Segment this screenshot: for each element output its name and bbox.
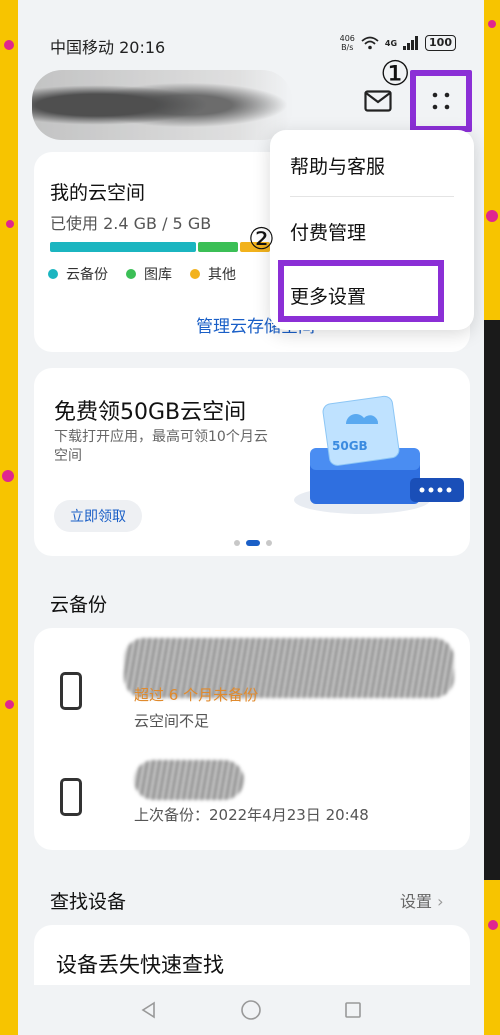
frame-dot bbox=[6, 220, 14, 228]
signal-type: 4G bbox=[384, 38, 398, 48]
frame-dot bbox=[4, 40, 14, 50]
net-speed-value: 406 bbox=[339, 34, 355, 43]
wifi-icon bbox=[361, 36, 379, 50]
frame-dot bbox=[488, 920, 498, 930]
menu-item-help[interactable]: 帮助与客服 bbox=[290, 152, 385, 179]
storage-legend: 云备份 图库 其他 bbox=[48, 264, 236, 284]
more-options-menu: 帮助与客服 付费管理 更多设置 bbox=[270, 130, 474, 330]
redacted-device-name bbox=[134, 760, 244, 800]
legend-label: 云备份 bbox=[66, 267, 108, 283]
pager-dot bbox=[266, 540, 272, 546]
system-nav-bar bbox=[18, 985, 484, 1035]
pager-dot-active bbox=[246, 540, 260, 546]
backup-section-title: 云备份 bbox=[50, 594, 108, 616]
annotation-step-1: ① bbox=[380, 54, 411, 94]
find-device-title: 设备丢失快速查找 bbox=[56, 953, 224, 977]
menu-divider bbox=[290, 196, 454, 197]
status-icons: 406 B/s 4G 100 bbox=[340, 34, 456, 52]
claim-now-button[interactable]: 立即领取 bbox=[54, 500, 142, 532]
frame-dot bbox=[488, 20, 496, 28]
signal-icon bbox=[403, 36, 419, 50]
frame-dot bbox=[5, 700, 14, 709]
backup-warning: 超过 6 个月未备份 bbox=[134, 686, 259, 704]
usage-bar-backup bbox=[50, 242, 196, 252]
annotation-step-2: ② bbox=[248, 222, 275, 257]
legend-item: 其他 bbox=[190, 264, 236, 284]
more-options-button[interactable] bbox=[410, 70, 472, 132]
back-icon[interactable] bbox=[139, 1000, 159, 1020]
promo-description: 下载打开应用，最高可领10个月云空间 bbox=[54, 429, 268, 464]
legend-swatch bbox=[190, 269, 200, 279]
account-avatar-blurred[interactable] bbox=[32, 70, 292, 140]
carousel-pager bbox=[234, 540, 272, 546]
backup-card[interactable]: 超过 6 个月未备份 云空间不足 上次备份：2022年4月23日 20:48 bbox=[34, 628, 470, 850]
storage-title: 我的云空间 bbox=[50, 182, 146, 204]
legend-item: 图库 bbox=[126, 264, 172, 284]
menu-item-more-settings[interactable]: 更多设置 bbox=[290, 282, 366, 309]
promo-badge-text: 50GB bbox=[332, 439, 368, 453]
legend-item: 云备份 bbox=[48, 264, 108, 284]
last-backup-time: 上次备份：2022年4月23日 20:48 bbox=[134, 806, 369, 824]
cloud-storage-illustration: 50GB bbox=[294, 395, 464, 514]
status-bar: 中国移动 20:16 406 B/s 4G 100 bbox=[18, 30, 484, 58]
battery-indicator: 100 bbox=[425, 35, 456, 51]
legend-label: 图库 bbox=[144, 267, 172, 283]
frame-dot bbox=[2, 470, 14, 482]
pager-dot bbox=[234, 540, 240, 546]
more-dots-icon bbox=[432, 92, 450, 110]
menu-item-payment[interactable]: 付费管理 bbox=[290, 218, 366, 245]
phone-device-icon bbox=[60, 672, 82, 710]
recents-icon[interactable] bbox=[343, 1000, 363, 1020]
carrier-time: 中国移动 20:16 bbox=[50, 38, 166, 57]
phone-device-icon bbox=[60, 778, 82, 816]
backup-warning-detail: 云空间不足 bbox=[134, 712, 210, 730]
usage-bar-gallery bbox=[198, 242, 238, 252]
chevron-right-icon: › bbox=[437, 892, 444, 911]
background-strip bbox=[484, 320, 500, 880]
legend-label: 其他 bbox=[208, 267, 236, 283]
frame-dot bbox=[486, 210, 498, 222]
promo-title: 免费领50GB云空间 bbox=[54, 400, 247, 425]
storage-used: 已使用 2.4 GB / 5 GB bbox=[50, 214, 212, 233]
legend-swatch bbox=[48, 269, 58, 279]
settings-label: 设置 bbox=[400, 892, 433, 911]
net-speed: 406 B/s bbox=[340, 34, 355, 52]
promo-card[interactable]: 免费领50GB云空间 下载打开应用，最高可领10个月云空间 立即领取 50GB bbox=[34, 368, 470, 556]
net-speed-unit: B/s bbox=[341, 43, 354, 52]
home-icon[interactable] bbox=[240, 999, 262, 1021]
find-device-settings-link[interactable]: 设置 › bbox=[400, 888, 444, 912]
phone-screen: 中国移动 20:16 406 B/s 4G 100 ① 我的云空间 已使用 2.… bbox=[18, 0, 484, 1035]
find-device-section-title: 查找设备 bbox=[50, 891, 127, 913]
legend-swatch bbox=[126, 269, 136, 279]
